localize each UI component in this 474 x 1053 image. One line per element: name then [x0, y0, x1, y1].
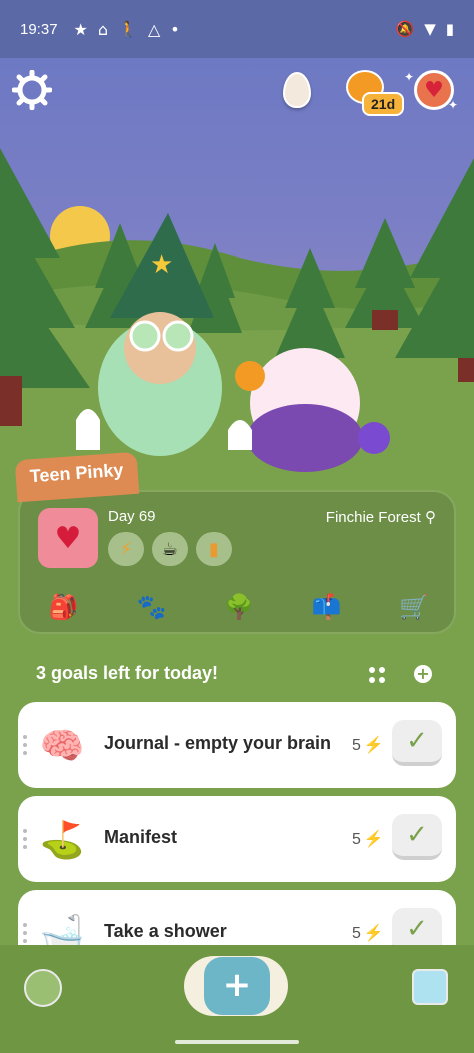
goal-energy: 5 ⚡ — [352, 925, 384, 942]
svg-text:★: ★ — [150, 250, 173, 280]
location-label[interactable]: Finchie Forest ⚲ — [326, 508, 436, 526]
goal-energy: 5 ⚡ — [352, 737, 384, 754]
star-icon: ★ — [73, 19, 88, 39]
energy-bolt-icon: ⚡ — [363, 831, 384, 848]
goals-header: 3 goals left for today! — [36, 663, 219, 683]
egg-icon[interactable] — [283, 72, 311, 108]
profile-avatar[interactable] — [24, 969, 62, 1007]
paw-prints-icon[interactable]: 🐾 — [133, 590, 169, 624]
home-icon: ⌂ — [97, 19, 109, 39]
drive-icon: △ — [147, 19, 161, 39]
goal-card[interactable]: ⛳ Manifest 5 ⚡ ✓ — [18, 796, 456, 882]
walk-icon: 🚶 — [118, 19, 138, 39]
mute-icon: 🔕 — [395, 20, 415, 38]
pet-name-tag[interactable]: Teen Pinky — [14, 451, 140, 503]
forest-illustration: ★ — [0, 148, 474, 478]
energy-bolt-icon: ⚡ — [363, 925, 384, 942]
drag-handle-icon[interactable] — [22, 922, 28, 944]
complete-goal-button[interactable]: ✓ — [392, 720, 442, 766]
complete-goal-button[interactable]: ✓ — [392, 814, 442, 860]
add-goal-icon[interactable]: + — [414, 665, 432, 683]
day-counter: Day 69 — [108, 508, 156, 525]
sparkle-icon: ✦ — [404, 70, 415, 84]
settings-gear-icon[interactable] — [12, 70, 52, 110]
grid-view-icon[interactable] — [368, 666, 386, 684]
energy-bolt-icon: ⚡ — [363, 737, 384, 754]
drag-handle-icon[interactable] — [22, 734, 28, 756]
pet-skeleton — [247, 348, 363, 472]
status-bar: 19:37 ★ ⌂ 🚶 △ • 🔕 ▼ ▮ — [0, 0, 474, 58]
goal-card[interactable]: 🧠 Journal - empty your brain 5 ⚡ ✓ — [18, 702, 456, 788]
flag-icon: ⛳ — [39, 820, 85, 861]
shopping-cart-icon[interactable]: 🛒 — [396, 590, 432, 624]
goal-title: Manifest — [104, 827, 178, 847]
top-icons: 21d ♥ ✦ ✦ — [0, 68, 474, 118]
sparkle-icon: ✦ — [448, 98, 459, 112]
location-pin-icon: ⚲ — [425, 509, 436, 526]
mood-heart-icon[interactable]: ♥ — [38, 508, 98, 568]
goal-title: Take a shower — [104, 921, 227, 941]
energy-bolt-icon[interactable]: ⚡ — [108, 532, 144, 566]
goal-energy: 5 ⚡ — [352, 831, 384, 848]
tea-cup-icon[interactable]: ☕ — [152, 532, 188, 566]
home-indicator — [175, 1040, 299, 1044]
add-button[interactable]: + — [204, 957, 270, 1015]
journal-icon[interactable] — [412, 969, 448, 1005]
clock: 19:37 — [20, 20, 58, 38]
streak-count: 21d — [362, 92, 405, 116]
drag-handle-icon[interactable] — [22, 828, 28, 850]
tree-icon[interactable]: 🌳 — [221, 590, 257, 624]
pet-scene[interactable]: ★ — [0, 58, 474, 478]
dot-icon: • — [170, 19, 180, 39]
brain-icon: 🧠 — [39, 726, 85, 767]
backpack-icon[interactable]: 🎒 — [46, 590, 82, 624]
goal-title: Journal - empty your brain — [104, 733, 332, 753]
mailbox-icon[interactable]: 📫 — [309, 590, 345, 624]
streak-badge[interactable]: 21d — [346, 68, 405, 116]
pet-info-card: ♥ Day 69 Finchie Forest ⚲ ⚡ ☕ ▮ 🎒 🐾 🌳 📫 … — [18, 490, 456, 634]
book-icon[interactable]: ▮ — [196, 532, 232, 566]
battery-icon: ▮ — [445, 20, 454, 38]
wifi-icon: ▼ — [424, 20, 436, 38]
